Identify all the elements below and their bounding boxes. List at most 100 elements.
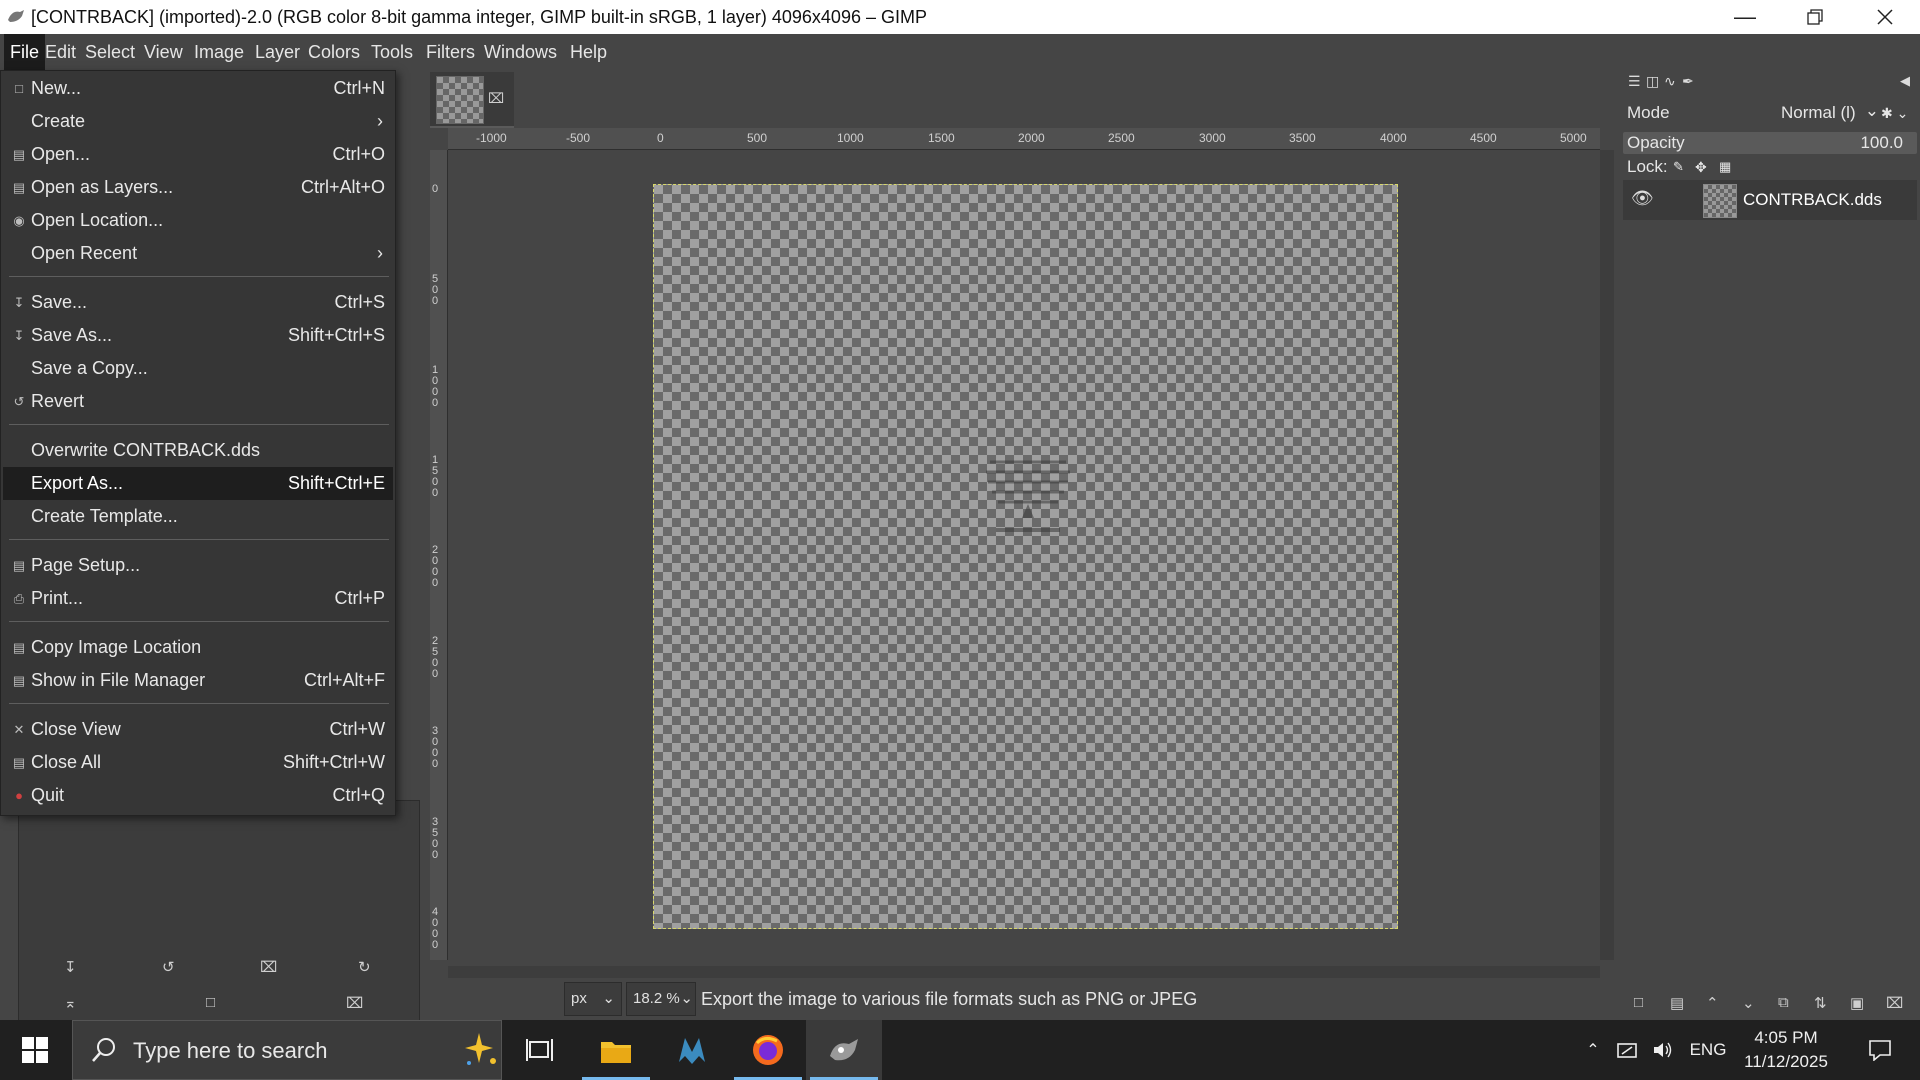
menu-item-quit[interactable]: ● Quit Ctrl+Q <box>3 779 393 812</box>
menu-item-export-as[interactable]: Export As... Shift+Ctrl+E <box>3 467 393 500</box>
menu-help[interactable]: Help <box>564 34 613 70</box>
menu-item-open-location[interactable]: ◉ Open Location... <box>3 204 393 237</box>
chevron-down-icon: ⌄ <box>602 990 615 1007</box>
taskbar-predator-app[interactable] <box>654 1020 730 1080</box>
close-window-button[interactable] <box>1850 0 1920 34</box>
menu-item-save-copy[interactable]: Save a Copy... <box>3 352 393 385</box>
menu-item-copy-image-location[interactable]: ▤ Copy Image Location <box>3 631 393 664</box>
menu-windows[interactable]: Windows <box>478 34 563 70</box>
layer-row[interactable]: 👁 CONTRBACK.dds <box>1623 180 1917 220</box>
unit-select[interactable]: px ⌄ <box>564 982 622 1016</box>
composite-mode-icon[interactable]: ✱ ⌄ <box>1881 98 1908 128</box>
menu-item-save-as[interactable]: ↧ Save As... Shift+Ctrl+S <box>3 319 393 352</box>
restore-preset-icon[interactable]: ↺ <box>162 958 175 976</box>
chevron-down-icon: ⌄ <box>680 990 693 1007</box>
menu-item-revert[interactable]: ↺ Revert <box>3 385 393 418</box>
ruler-label: -1000 <box>476 131 507 145</box>
taskbar-firefox[interactable] <box>730 1020 806 1080</box>
ruler-label: 2000 <box>1018 131 1045 145</box>
reset-icon[interactable]: ↻ <box>358 958 371 976</box>
taskbar-search-box[interactable]: Type here to search <box>72 1020 502 1080</box>
ruler-label: 0 <box>657 131 664 145</box>
ruler-label: 1500 <box>928 131 955 145</box>
speaker-icon <box>1654 1042 1672 1058</box>
lock-pixels-icon[interactable]: ✎ <box>1673 154 1684 180</box>
menu-tools[interactable]: Tools <box>365 34 419 70</box>
menu-bar: File Edit Select View Image Layer Colors… <box>0 34 1920 70</box>
minimize-button[interactable]: — <box>1710 0 1780 34</box>
duplicate-layer-icon[interactable]: ⧉ <box>1778 994 1789 1011</box>
menu-item-save[interactable]: ↧ Save... Ctrl+S <box>3 286 393 319</box>
zoom-select[interactable]: 18.2 % ⌄ <box>626 982 696 1016</box>
mask-layer-icon[interactable]: ▣ <box>1850 994 1864 1012</box>
menu-item-page-setup[interactable]: ▤ Page Setup... <box>3 549 393 582</box>
lock-position-icon[interactable]: ✥ <box>1695 154 1707 180</box>
dock-menu-icon[interactable]: ◀ <box>1900 73 1910 89</box>
menu-item-new[interactable]: □ New... Ctrl+N <box>3 72 393 105</box>
mode-select[interactable]: Normal (l) ⌄ <box>1761 100 1879 126</box>
delete-layer-icon[interactable]: ⌧ <box>1886 994 1903 1012</box>
lower-layer-icon[interactable]: ⌄ <box>1742 994 1755 1012</box>
paths-tab-icon[interactable]: ∿ <box>1664 73 1676 90</box>
save-icon: ↧ <box>13 295 25 310</box>
ruler-label: 4000 <box>1380 131 1407 145</box>
image-canvas[interactable] <box>653 184 1398 929</box>
lock-alpha-icon[interactable]: ▦ <box>1719 154 1731 180</box>
task-view-button[interactable] <box>502 1020 578 1080</box>
save-preset-icon[interactable]: ↧ <box>64 958 77 976</box>
search-placeholder: Type here to search <box>133 1038 328 1063</box>
volume-button[interactable] <box>1648 1020 1678 1080</box>
menu-item-open-as-layers[interactable]: ▤ Open as Layers... Ctrl+Alt+O <box>3 171 393 204</box>
menu-item-open[interactable]: ▤ Open... Ctrl+O <box>3 138 393 171</box>
brush-tab-icon[interactable]: ✒ <box>1682 73 1694 90</box>
menu-image[interactable]: Image <box>188 34 250 70</box>
show-hidden-icons-button[interactable]: ⌃ <box>1578 1020 1608 1080</box>
merge-layer-icon[interactable]: ⇅ <box>1814 994 1827 1012</box>
menu-view[interactable]: View <box>138 34 189 70</box>
new-layer-icon[interactable]: □ <box>1634 994 1643 1011</box>
file-menu: □ New... Ctrl+N Create › ▤ Open... Ctrl+O ▤ Op… <box>0 70 396 816</box>
restore-button[interactable] <box>1780 0 1850 34</box>
horizontal-scrollbar[interactable] <box>448 966 1600 978</box>
taskbar-gimp[interactable] <box>806 1020 882 1080</box>
image-tab[interactable]: ⌧ <box>430 72 514 128</box>
menu-edit[interactable]: Edit <box>39 34 82 70</box>
channels-tab-icon[interactable]: ◫ <box>1646 73 1659 90</box>
menu-item-open-recent[interactable]: Open Recent › <box>3 237 393 270</box>
battery-icon[interactable] <box>1612 1020 1642 1080</box>
eye-icon[interactable]: 👁 <box>1631 188 1654 209</box>
new-dock-icon[interactable]: □ <box>206 994 215 1011</box>
menu-item-create[interactable]: Create › <box>3 105 393 138</box>
raise-layer-icon[interactable]: ⌃ <box>1706 994 1719 1012</box>
menu-item-overwrite[interactable]: Overwrite CONTRBACK.dds <box>3 434 393 467</box>
menu-item-print[interactable]: ⎙ Print... Ctrl+P <box>3 582 393 615</box>
horizontal-ruler: -1000 -500 0 500 1000 1500 2000 2500 300… <box>448 128 1600 150</box>
taskbar-file-explorer[interactable] <box>578 1020 654 1080</box>
menu-layer[interactable]: Layer <box>249 34 306 70</box>
ruler-label: 3000 <box>432 725 439 770</box>
notifications-button[interactable] <box>1850 1020 1910 1080</box>
menu-colors[interactable]: Colors <box>302 34 366 70</box>
language-indicator[interactable]: ENG <box>1686 1020 1730 1080</box>
menu-select[interactable]: Select <box>79 34 141 70</box>
opacity-slider[interactable]: Opacity 100.0 <box>1623 132 1917 154</box>
menu-item-close-view[interactable]: ✕ Close View Ctrl+W <box>3 713 393 746</box>
menu-item-show-in-file-manager[interactable]: ▤ Show in File Manager Ctrl+Alt+F <box>3 664 393 697</box>
layers-tab-icon[interactable]: ☰ <box>1628 73 1641 90</box>
opacity-label: Opacity <box>1627 133 1685 152</box>
delete-preset-icon[interactable]: ⌧ <box>260 958 277 976</box>
menu-separator <box>9 276 389 277</box>
menu-item-close-all[interactable]: ▤ Close All Shift+Ctrl+W <box>3 746 393 779</box>
collapse-icon[interactable]: ⌅ <box>64 994 77 1012</box>
menu-item-create-template[interactable]: Create Template... <box>3 500 393 533</box>
ruler-label: 500 <box>747 131 768 145</box>
close-dock-icon[interactable]: ⌧ <box>346 994 363 1012</box>
menu-filters[interactable]: Filters <box>420 34 481 70</box>
vertical-scrollbar[interactable] <box>1600 150 1614 960</box>
gimp-icon <box>830 1039 858 1061</box>
clock[interactable]: 4:05 PM 11/12/2025 <box>1736 1026 1836 1074</box>
new-group-icon[interactable]: ▤ <box>1670 994 1684 1012</box>
start-button[interactable] <box>0 1020 70 1080</box>
notification-icon <box>1869 1040 1891 1061</box>
close-tab-icon[interactable]: ⌧ <box>488 90 504 107</box>
